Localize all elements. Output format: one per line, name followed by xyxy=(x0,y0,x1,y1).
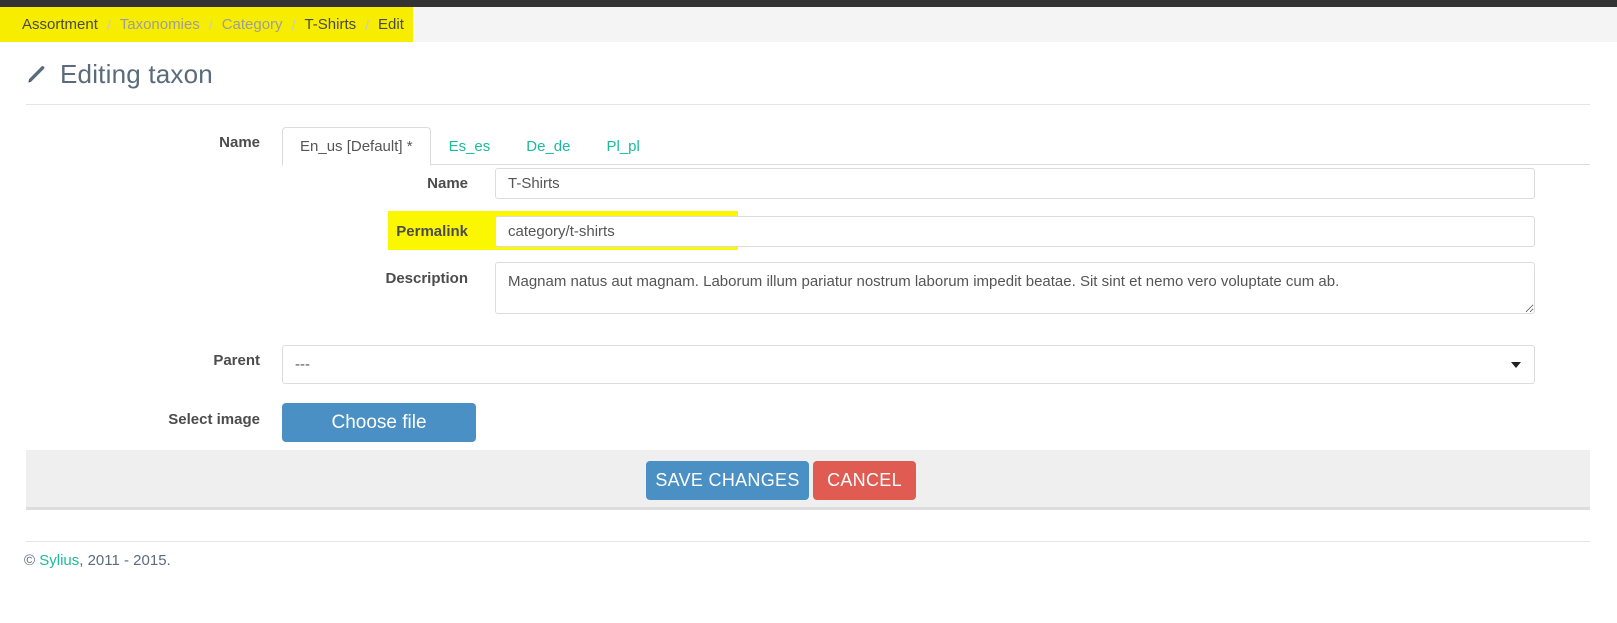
tab-de-de[interactable]: De_de xyxy=(508,127,588,166)
cancel-button[interactable]: CANCEL xyxy=(813,461,916,500)
top-dark-bar xyxy=(0,0,1617,7)
save-changes-button[interactable]: SAVE CHANGES xyxy=(646,461,809,500)
description-field-label: Description xyxy=(385,270,468,287)
parent-field-label: Parent xyxy=(213,352,260,369)
breadcrumb: Assortment / Taxonomies / Category / T-S… xyxy=(22,7,404,42)
description-textarea[interactable]: Magnam natus aut magnam. Laborum illum p… xyxy=(495,262,1535,314)
sylius-link[interactable]: Sylius xyxy=(39,552,79,569)
tab-en-us[interactable]: En_us [Default] * xyxy=(282,127,431,166)
parent-select[interactable]: --- xyxy=(282,345,1535,384)
parent-select-wrap: --- xyxy=(282,345,1535,384)
header-divider xyxy=(26,104,1590,105)
name-section-label: Name xyxy=(219,134,260,151)
tab-pl-pl[interactable]: Pl_pl xyxy=(588,127,657,166)
translation-tabs: En_us [Default] * Es_es De_de Pl_pl xyxy=(282,127,1590,166)
select-image-label: Select image xyxy=(168,411,260,428)
breadcrumb-item-taxonomies[interactable]: Taxonomies xyxy=(120,16,200,33)
footer: © Sylius, 2011 - 2015. xyxy=(24,552,171,569)
name-field-label: Name xyxy=(427,175,468,192)
breadcrumb-separator: / xyxy=(291,16,296,33)
tab-es-es[interactable]: Es_es xyxy=(431,127,509,166)
breadcrumb-separator: / xyxy=(365,16,370,33)
breadcrumb-item-edit: Edit xyxy=(378,16,404,33)
breadcrumb-separator: / xyxy=(106,16,111,33)
name-input[interactable] xyxy=(495,168,1535,199)
permalink-input[interactable] xyxy=(495,216,1535,247)
page-title: Editing taxon xyxy=(60,58,213,89)
breadcrumb-item-assortment[interactable]: Assortment xyxy=(22,16,98,33)
breadcrumb-item-category[interactable]: Category xyxy=(222,16,283,33)
pencil-icon xyxy=(24,63,48,87)
page-header: Editing taxon xyxy=(24,54,213,94)
permalink-field-label: Permalink xyxy=(396,223,468,240)
footer-divider xyxy=(26,541,1590,542)
footer-years: , 2011 - 2015. xyxy=(79,552,171,569)
breadcrumb-item-t-shirts[interactable]: T-Shirts xyxy=(304,16,356,33)
breadcrumb-separator: / xyxy=(208,16,213,33)
copyright-symbol: © xyxy=(24,552,36,569)
choose-file-button[interactable]: Choose file xyxy=(282,403,476,442)
